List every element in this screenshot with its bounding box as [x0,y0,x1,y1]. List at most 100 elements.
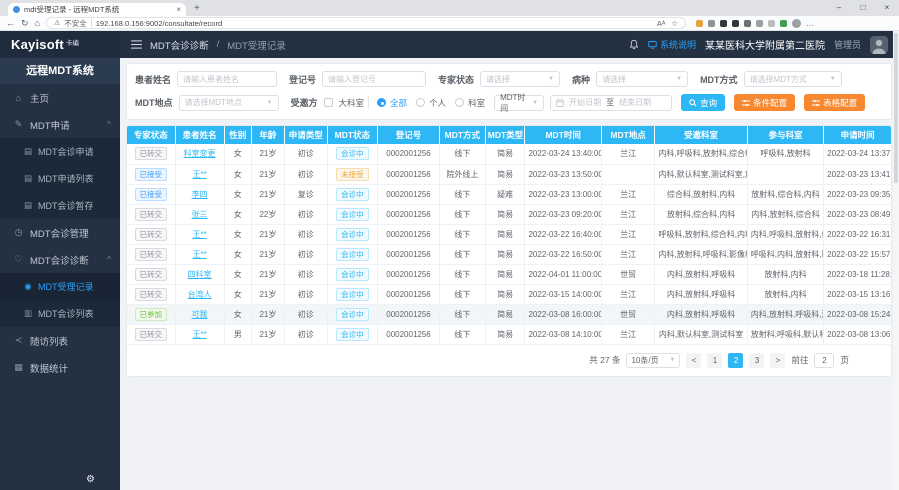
new-tab-button[interactable]: + [194,4,200,14]
patient-name-link[interactable]: 李四 [192,190,208,199]
chevron-down-icon: ▼ [548,76,554,82]
home-icon: ⌂ [13,93,24,103]
read-aloud-icon[interactable]: Aᴬ [657,19,665,28]
page-button-2[interactable]: 2 [728,353,743,368]
cell-joined: 放射科,呼吸科,默认科室,测... [747,324,823,344]
patient-name-link[interactable]: 四科室 [188,270,212,279]
cell-invited: 放射科,综合科,内科 [655,204,747,224]
mdt-mode-select[interactable]: 请选择MDT方式▼ [744,71,842,87]
search-button[interactable]: 查询 [681,94,725,111]
cell-gender: 女 [224,304,252,324]
page-size-select[interactable]: 10条/页▼ [626,353,680,368]
table-config-button[interactable]: 表格配置 [804,94,865,111]
sidebar-item-mdt-apply-list[interactable]: ▤ MDT申请列表 [0,165,120,192]
patient-name-link[interactable]: 王** [192,230,206,239]
page-button-3[interactable]: 3 [749,353,764,368]
radio-label: 个人 [429,97,446,109]
extension-icon[interactable] [708,20,715,27]
radio-department[interactable]: 科室 [455,97,485,109]
browser-profile-avatar[interactable] [792,19,801,28]
page-button-1[interactable]: 1 [707,353,722,368]
cell-name: 王** [175,224,224,244]
mdt-place-select[interactable]: 请选择MDT地点▼ [179,95,279,111]
scrollbar-thumb[interactable] [894,33,898,183]
cell-mdt-mode: 线下 [439,204,485,224]
bell-icon[interactable] [629,39,639,50]
sidebar-item-followup-list[interactable]: ≺ 随访列表 [0,327,120,354]
patient-name-link[interactable]: 科室变更 [184,149,216,158]
system-help-link[interactable]: 系统说明 [648,38,696,51]
next-page-button[interactable]: > [770,353,785,368]
window-controls: – □ × [827,0,899,14]
tab-favicon-icon [13,6,20,13]
window-close-button[interactable]: × [875,0,899,14]
gear-icon[interactable]: ⚙ [86,474,95,485]
prev-page-button[interactable]: < [686,353,701,368]
cell-mdt-type: 简易 [485,144,525,164]
patient-name-link[interactable]: 王** [192,170,206,179]
radio-label: 全部 [390,97,407,109]
patient-name-link[interactable]: 王** [192,250,206,259]
url-bar[interactable]: ⚠ 不安全 192.168.0.156:9002/consultate/reco… [46,17,686,29]
sidebar-item-mdt-manage[interactable]: ◷ MDT会诊管理 [0,219,120,246]
collections-icon[interactable] [768,20,775,27]
cell-joined: 呼吸科,内科,放射科,影像科 [747,244,823,264]
expert-status-select[interactable]: 请选择 ▼ [480,71,560,87]
home-icon[interactable]: ⌂ [35,19,40,28]
cell-age: 21岁 [252,304,285,324]
sidebar-item-mdt-consult-draft[interactable]: ▤ MDT会诊暂存 [0,192,120,219]
extension-icon[interactable] [780,20,787,27]
sidebar-item-mdt-accept-records[interactable]: ◉ MDT受理记录 [0,273,120,300]
patient-name-link[interactable]: 王** [192,330,206,339]
favorite-star-icon[interactable]: ☆ [671,19,678,28]
radio-personal[interactable]: 个人 [416,97,446,109]
cell-reg-no: 0002001256 [378,304,440,324]
search-icon [689,99,697,107]
back-icon[interactable]: ← [6,19,15,28]
window-maximize-button[interactable]: □ [851,0,875,14]
column-header-invited-depts: 受邀科室 [655,126,747,144]
split-screen-icon[interactable] [756,20,763,27]
disease-select[interactable]: 请选择▼ [596,71,688,87]
condition-config-button[interactable]: 条件配置 [734,94,795,111]
window-minimize-button[interactable]: – [827,0,851,14]
sidebar-group-mdt-apply[interactable]: ✎ MDT申请 ^ [0,111,120,138]
goto-page-input[interactable] [814,353,834,368]
goto-label: 前往 [791,354,808,366]
sidebar-item-mdt-consult-list[interactable]: ▥ MDT会诊列表 [0,300,120,327]
sidebar-item-statistics[interactable]: ▦ 数据统计 [0,354,120,381]
cell-apply-time: 2022-03-23 13:41:45 [824,164,891,184]
collapse-menu-icon[interactable] [131,40,142,49]
big-dept-checkbox[interactable] [324,98,333,107]
sidebar-group-mdt-diagnosis[interactable]: ♡ MDT会诊诊断 ^ [0,246,120,273]
refresh-icon[interactable]: ↻ [21,19,29,28]
extension-icon[interactable] [696,20,703,27]
time-field-select[interactable]: MDT时间▼ [494,95,544,111]
patient-name-link[interactable]: 可我 [192,310,208,319]
cell-reg-no: 0002001256 [378,184,440,204]
browser-tab[interactable]: mdt受理记录 - 远程MDT系统 × [8,3,186,16]
chevron-down-icon: ▼ [830,76,836,82]
patient-name-input[interactable] [177,71,277,87]
column-header-apply-type: 申请类型 [284,126,327,144]
browser-menu-icon[interactable]: … [806,19,814,28]
extension-icon[interactable] [720,20,727,27]
radio-all[interactable]: 全部 [377,97,407,109]
select-placeholder: 请选择 [486,74,510,85]
patient-name-link[interactable]: 张三 [192,210,208,219]
cell-mdt-type: 简易 [485,204,525,224]
sidebar-item-home[interactable]: ⌂ 主页 [0,84,120,111]
extension-icon[interactable] [732,20,739,27]
date-range-picker[interactable]: 开始日期 至 结束日期 [550,95,672,111]
extension-icon[interactable] [744,20,751,27]
cell-invited: 内科,默认科室,测试科室 [655,324,747,344]
shield-icon: ▥ [23,308,33,319]
column-header-mdt-time: MDT时间 [525,126,601,144]
user-avatar[interactable] [870,36,888,54]
reg-no-input[interactable] [322,71,426,87]
filter-card: 患者姓名 登记号 专家状态 请选择▼ 病种 [126,63,892,120]
tab-close-icon[interactable]: × [176,5,181,14]
cell-mdt-place: 世贸 [601,304,654,324]
sidebar-item-mdt-consult-apply[interactable]: ▤ MDT会诊申请 [0,138,120,165]
patient-name-link[interactable]: 台湾人 [188,290,212,299]
